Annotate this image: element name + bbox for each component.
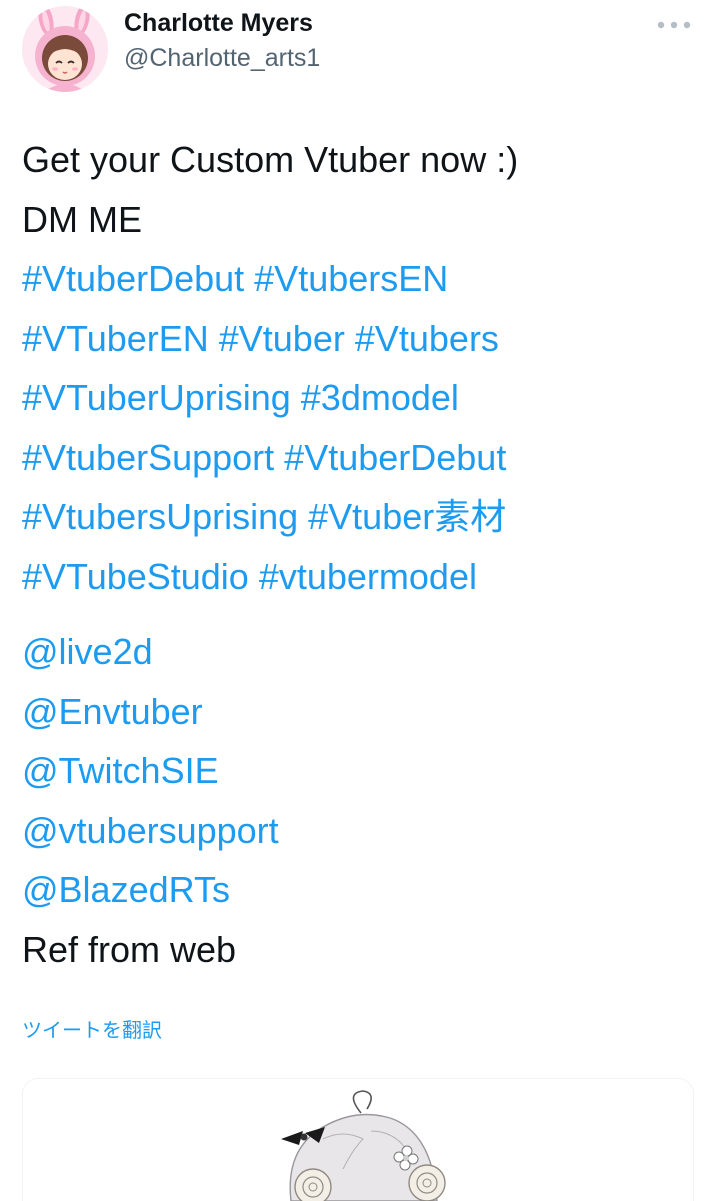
mention-link[interactable]: @TwitchSIE [22,741,702,801]
hashtag-line[interactable]: #VtuberSupport #VtuberDebut [22,428,702,488]
hashtag-line[interactable]: #VTubeStudio #vtubermodel [22,547,702,607]
bunny-hood-avatar-icon[interactable] [22,6,108,92]
tweet-line: DM ME [22,198,142,240]
mention-link[interactable]: @live2d [22,622,702,682]
mention-link[interactable]: @vtubersupport [22,801,702,861]
author-display-name[interactable]: Charlotte Myers [124,9,313,38]
tweet-line: Ref from web [22,928,237,970]
tweet-header: Charlotte Myers @Charlotte_arts1 [0,0,715,100]
tweet-media-image[interactable] [22,1078,694,1201]
author-username[interactable]: @Charlotte_arts1 [124,44,320,73]
anime-character-illustration [23,1079,693,1201]
hashtag-line[interactable]: #VTuberEN #Vtuber #Vtubers [22,309,702,369]
translate-tweet-link[interactable]: ツイートを翻訳 [22,1014,162,1043]
hashtag-line[interactable]: #VtuberDebut #VtubersEN [22,249,702,309]
tweet-text: Get your Custom Vtuber now :) DM ME #Vtu… [22,130,702,979]
more-options-icon[interactable] [654,10,694,40]
hashtag-line[interactable]: #VTuberUprising #3dmodel [22,368,702,428]
mention-link[interactable]: @BlazedRTs [22,860,702,920]
tweet-line: Get your Custom Vtuber now :) [22,139,519,180]
mention-link[interactable]: @Envtuber [22,682,702,742]
hashtag-line[interactable]: #VtubersUprising #Vtuber素材 [22,487,702,547]
